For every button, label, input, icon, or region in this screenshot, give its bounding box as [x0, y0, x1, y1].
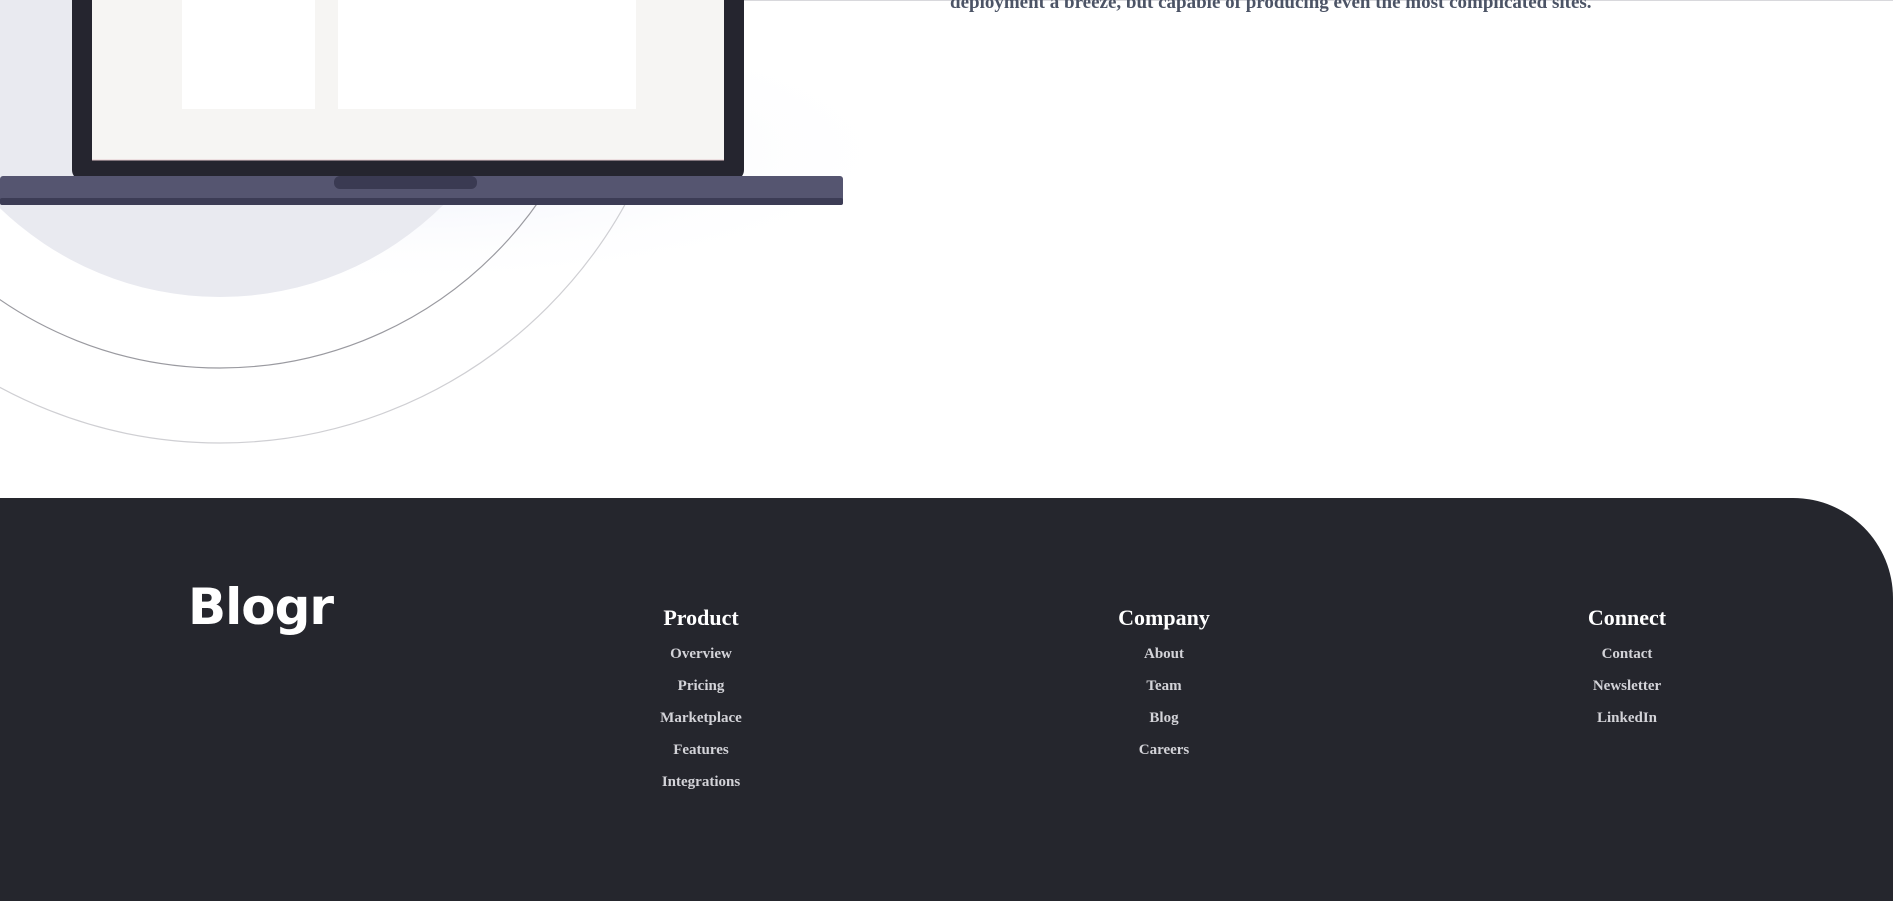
- footer-column-company: Company About Team Blog Careers: [1054, 604, 1274, 770]
- footer-link-contact[interactable]: Contact: [1602, 646, 1653, 662]
- laptop-illustration: [0, 0, 900, 444]
- footer-link-marketplace[interactable]: Marketplace: [660, 710, 742, 726]
- footer-link-overview[interactable]: Overview: [670, 646, 732, 662]
- footer-link-careers[interactable]: Careers: [1139, 742, 1190, 758]
- footer-link-linkedin[interactable]: LinkedIn: [1597, 710, 1657, 726]
- intro-text: deployment a breeze, but capable of prod…: [950, 0, 1592, 13]
- footer-column-connect: Connect Contact Newsletter LinkedIn: [1517, 604, 1737, 738]
- footer-link-about[interactable]: About: [1144, 646, 1184, 662]
- footer-link-pricing[interactable]: Pricing: [678, 678, 725, 694]
- footer: Blogr Product Overview Pricing Marketpla…: [0, 498, 1893, 901]
- footer-column-product: Product Overview Pricing Marketplace Fea…: [591, 604, 811, 802]
- column-title: Product: [663, 605, 739, 630]
- footer-logo[interactable]: Blogr: [188, 578, 334, 636]
- footer-link-newsletter[interactable]: Newsletter: [1593, 678, 1661, 694]
- footer-link-features[interactable]: Features: [673, 742, 729, 758]
- column-title: Connect: [1587, 605, 1667, 630]
- footer-link-integrations[interactable]: Integrations: [662, 774, 740, 790]
- column-title: Company: [1118, 605, 1210, 630]
- footer-link-blog[interactable]: Blog: [1149, 710, 1178, 726]
- footer-link-team[interactable]: Team: [1146, 678, 1181, 694]
- editor-section: deployment a breeze, but capable of prod…: [0, 0, 1893, 498]
